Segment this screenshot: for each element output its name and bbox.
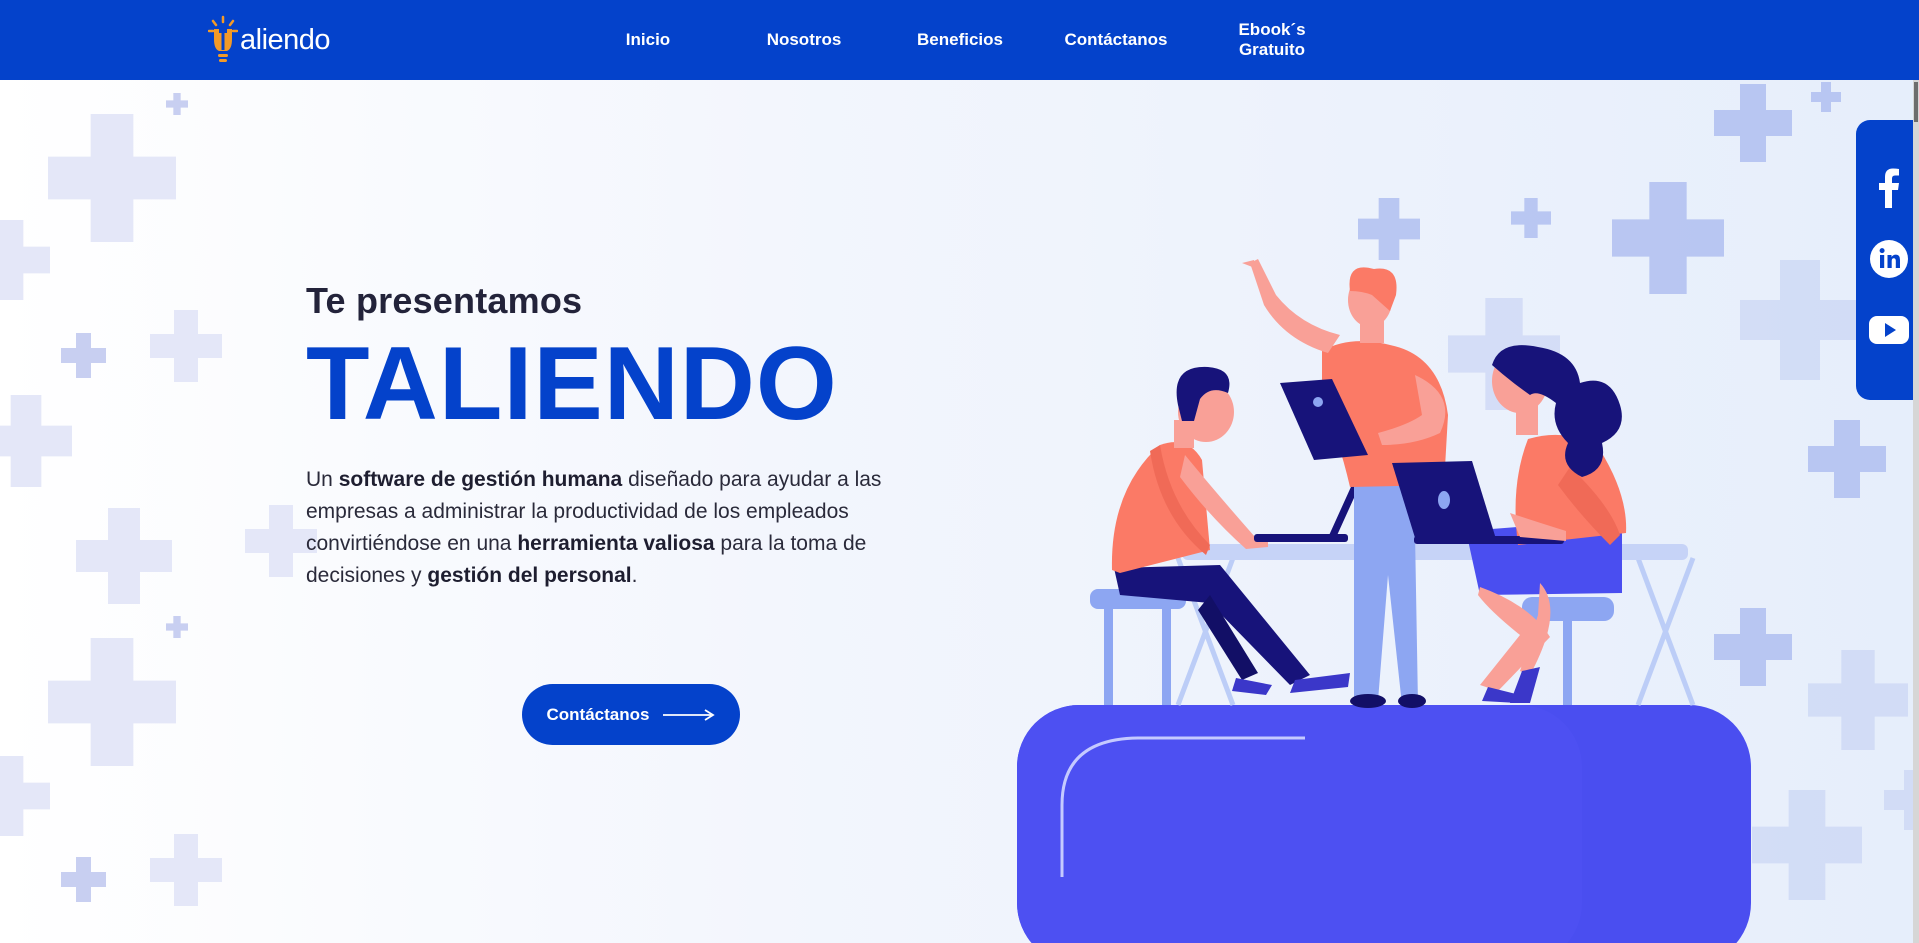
lightbulb-logo-icon: [208, 15, 238, 62]
nav-beneficios[interactable]: Beneficios: [906, 0, 1014, 80]
cta-label: Contáctanos: [546, 704, 650, 724]
hero-title: TALIENDO: [306, 326, 838, 442]
desc-text: .: [631, 564, 638, 587]
desc-bold: herramienta valiosa: [517, 532, 715, 555]
scrollbar-thumb[interactable]: [1914, 82, 1918, 122]
social-sidebar: [1856, 120, 1919, 400]
team-illustration: [1017, 259, 1751, 943]
logo-text: aliendo: [240, 23, 331, 56]
contact-cta-button[interactable]: Contáctanos: [522, 684, 740, 745]
hero-section: Te presentamos TALIENDO Un software de g…: [306, 280, 946, 592]
nav-ebooks-gratuito[interactable]: Ebook´s Gratuito: [1222, 0, 1322, 80]
youtube-icon[interactable]: [1869, 310, 1909, 350]
hero-pretitle: Te presentamos: [306, 280, 583, 321]
nav-inicio[interactable]: Inicio: [608, 0, 688, 80]
arrow-right-icon: [663, 708, 716, 721]
nav-nosotros[interactable]: Nosotros: [754, 0, 854, 80]
desc-bold: software de gestión humana: [338, 468, 623, 491]
desc-text: Un: [306, 468, 339, 491]
top-navbar: aliendo Inicio Nosotros Beneficios Contá…: [0, 0, 1919, 80]
linkedin-icon[interactable]: [1869, 239, 1909, 279]
scrollbar-track[interactable]: [1913, 80, 1919, 943]
hero-description: Un software de gestión humana diseñado p…: [306, 464, 946, 592]
facebook-icon[interactable]: [1869, 168, 1909, 208]
desc-bold: gestión del personal: [427, 564, 632, 587]
nav-contactanos[interactable]: Contáctanos: [1058, 0, 1174, 80]
logo[interactable]: aliendo: [208, 14, 331, 66]
